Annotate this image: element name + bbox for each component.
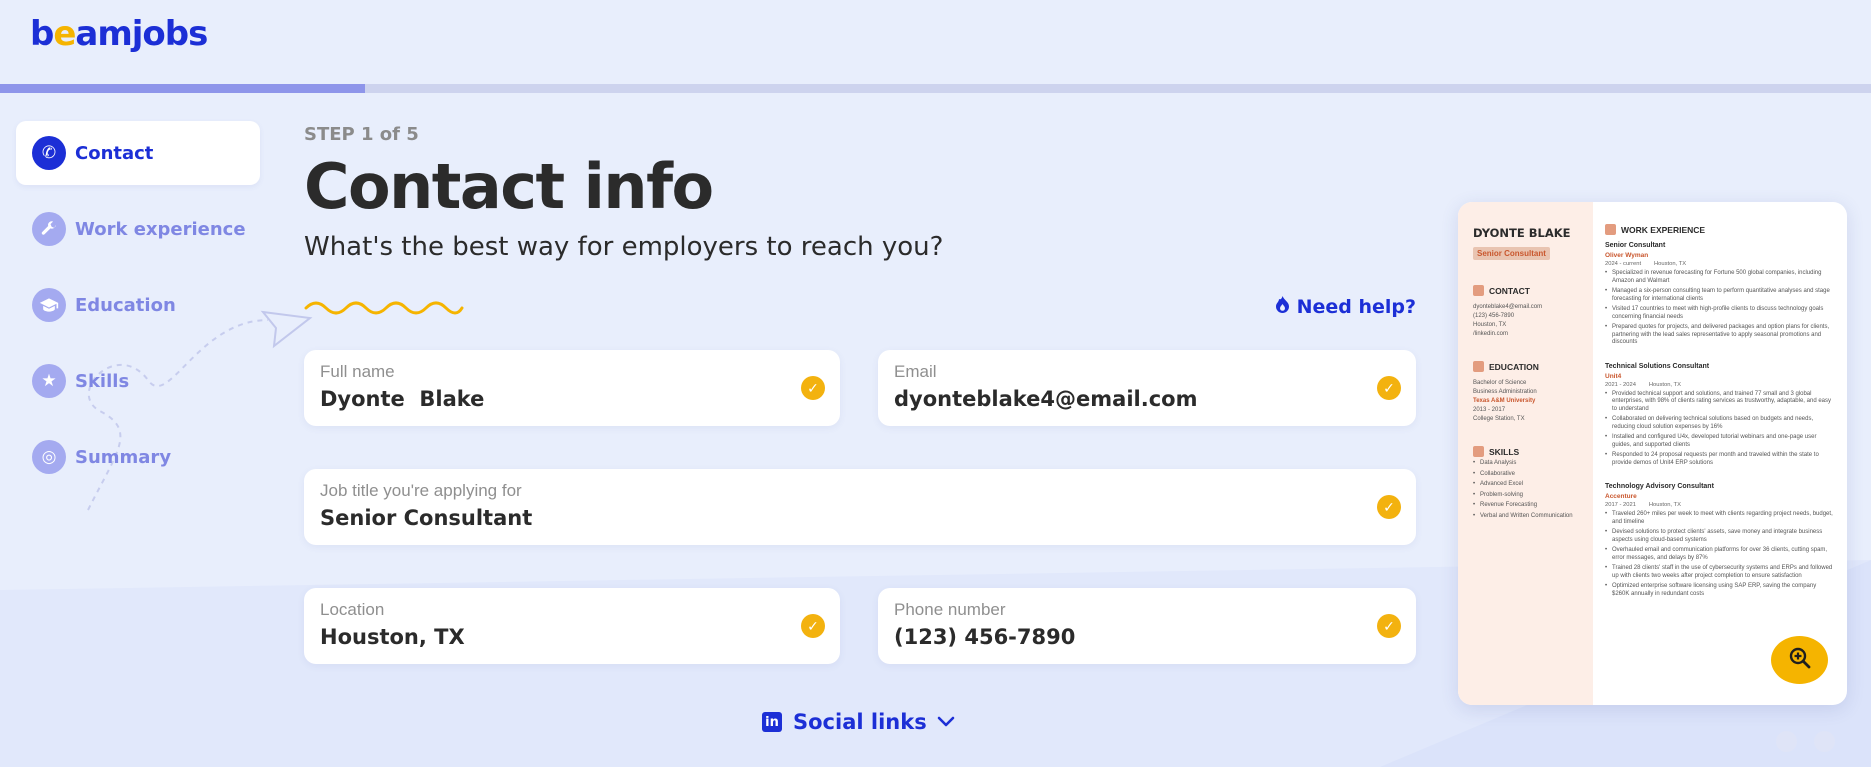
sidebar-item-work-experience[interactable]: Work experience (16, 197, 260, 261)
resume-major: Business Administration (1473, 389, 1537, 395)
resume-degree: Bachelor of Science (1473, 380, 1527, 386)
job-title-field[interactable]: Job title you're applying for Senior Con… (304, 469, 1416, 545)
page-dot[interactable] (1814, 731, 1835, 752)
zoom-in-button[interactable] (1771, 636, 1828, 684)
resume-education-location: College Station, TX (1473, 416, 1525, 422)
resume-name: DYONTE BLAKE (1473, 226, 1571, 240)
resume-contact-linkedin: /linkedin.com (1473, 331, 1509, 337)
squiggle-decoration (304, 301, 464, 315)
full-name-input[interactable]: Dyonte Blake (320, 387, 824, 411)
resume-job: Technical Solutions Consultant Unit4 202… (1605, 363, 1835, 468)
resume-skill: Problem-solving (1473, 492, 1593, 500)
resume-education-dates: 2013 - 2017 (1473, 407, 1506, 413)
location-label: Location (320, 600, 385, 619)
resume-contact-heading: CONTACT (1473, 285, 1593, 296)
resume-skill: Advanced Excel (1473, 481, 1593, 489)
sidebar-item-education[interactable]: Education (16, 273, 260, 337)
need-help-label: Need help? (1296, 295, 1416, 318)
sidebar-item-skills[interactable]: ★ Skills (16, 349, 260, 413)
phone-number-label: Phone number (894, 600, 1006, 619)
job-title-label: Job title you're applying for (320, 481, 522, 500)
resume-skill: Revenue Forecasting (1473, 502, 1593, 510)
checkmark-icon: ✓ (801, 614, 825, 638)
resume-school: Texas A&M University (1473, 398, 1536, 404)
pagination-dots (1776, 731, 1852, 752)
checkmark-icon: ✓ (1377, 495, 1401, 519)
resume-skill: Data Analysis (1473, 460, 1593, 468)
resume-education-heading: EDUCATION (1473, 361, 1593, 372)
social-links-label: Social links (793, 710, 927, 734)
step-indicator: STEP 1 of 5 (304, 124, 419, 145)
star-icon: ★ (32, 364, 66, 398)
resume-role: Senior Consultant (1473, 247, 1550, 260)
location-field[interactable]: Location Houston, TX ✓ (304, 588, 840, 664)
checkmark-icon: ✓ (1377, 614, 1401, 638)
sidebar-item-label: Summary (75, 446, 172, 468)
email-input[interactable]: dyonteblake4@email.com (894, 387, 1400, 411)
resume-job: Senior Consultant Oliver Wyman 2024 - cu… (1605, 242, 1835, 347)
page-title: Contact info (304, 150, 714, 223)
resume-sidebar: DYONTE BLAKE Senior Consultant CONTACT d… (1458, 202, 1593, 705)
email-field[interactable]: Email dyonteblake4@email.com ✓ (878, 350, 1416, 426)
target-icon: ◎ (32, 440, 66, 474)
flame-icon (1275, 295, 1290, 318)
checkmark-icon: ✓ (1377, 376, 1401, 400)
main-content: STEP 1 of 5 Contact info What's the best… (304, 0, 1416, 767)
beamjobs-logo[interactable]: beamjobs (30, 14, 208, 54)
linkedin-icon: in (762, 712, 782, 732)
need-help-link[interactable]: Need help? (1275, 295, 1416, 318)
page-subtitle: What's the best way for employers to rea… (304, 232, 944, 262)
phone-number-field[interactable]: Phone number (123) 456-7890 ✓ (878, 588, 1416, 664)
chevron-down-icon (937, 713, 955, 732)
sidebar-nav: ✆ Contact Work experience Education ★ Sk… (16, 121, 260, 501)
resume-skill: Verbal and Written Communication (1473, 513, 1593, 521)
sidebar-item-label: Contact (75, 142, 154, 164)
sidebar-item-label: Education (75, 294, 176, 316)
wrench-icon (32, 212, 66, 246)
sidebar-item-label: Skills (75, 370, 130, 392)
resume-contact-phone: (123) 456-7890 (1473, 313, 1515, 319)
resume-contact-location: Houston, TX (1473, 322, 1507, 328)
resume-job: Technology Advisory Consultant Accenture… (1605, 483, 1835, 598)
sidebar-item-contact[interactable]: ✆ Contact (16, 121, 260, 185)
full-name-label: Full name (320, 362, 395, 381)
graduation-cap-icon (32, 288, 66, 322)
resume-work-heading: WORK EXPERIENCE (1605, 224, 1835, 235)
zoom-in-icon (1788, 646, 1812, 675)
email-label: Email (894, 362, 937, 381)
job-title-input[interactable]: Senior Consultant (320, 506, 1400, 530)
full-name-field[interactable]: Full name Dyonte Blake ✓ (304, 350, 840, 426)
resume-skills-heading: SKILLS (1473, 446, 1593, 457)
checkmark-icon: ✓ (801, 376, 825, 400)
resume-main: WORK EXPERIENCE Senior Consultant Oliver… (1593, 202, 1847, 705)
resume-preview[interactable]: DYONTE BLAKE Senior Consultant CONTACT d… (1458, 202, 1847, 705)
resume-contact-email: dyonteblake4@email.com (1473, 304, 1543, 310)
phone-icon: ✆ (32, 136, 66, 170)
page-dot[interactable] (1776, 731, 1797, 752)
location-input[interactable]: Houston, TX (320, 625, 824, 649)
phone-number-input[interactable]: (123) 456-7890 (894, 625, 1400, 649)
resume-skill: Collaborative (1473, 471, 1593, 479)
sidebar-item-summary[interactable]: ◎ Summary (16, 425, 260, 489)
social-links-toggle[interactable]: in Social links (762, 710, 955, 734)
sidebar-item-label: Work experience (75, 218, 246, 240)
